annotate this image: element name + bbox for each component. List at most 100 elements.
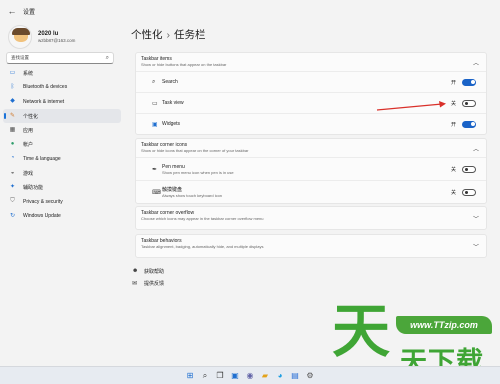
chevron-up-icon[interactable]: ︿ [473, 58, 479, 67]
setting-label-group: Pen menu Show pen menu icon when pen is … [162, 164, 234, 175]
task-view-toggle[interactable] [462, 99, 476, 107]
setting-label: Task view [162, 100, 184, 106]
sidebar-item-accounts[interactable]: ● 帐户 [3, 137, 121, 151]
keyboard-icon: ⌨ [152, 189, 161, 196]
taskbar-item-search-row: ⌕ Search 开 [136, 71, 486, 92]
profile-email: wzbb87@163.com [38, 38, 76, 43]
breadcrumb-parent[interactable]: 个性化 [131, 29, 163, 41]
settings-icon[interactable]: ⚙ [304, 370, 316, 382]
sidebar-item-apps[interactable]: ▦ 应用 [3, 123, 121, 137]
get-help-link[interactable]: ☻ 获取帮助 [132, 265, 164, 277]
sidebar-item-label: 游戏 [23, 170, 34, 177]
sidebar-item-accessibility[interactable]: ✦ 辅助功能 [3, 180, 121, 194]
breadcrumb-separator: › [166, 29, 171, 41]
sidebar-item-label: Privacy & security [23, 198, 63, 205]
pen-icon: ✒ [152, 166, 158, 173]
title-bar: ← 设置 [0, 0, 500, 22]
store-icon[interactable]: ▤ [289, 370, 301, 382]
sidebar-item-network[interactable]: ◆ Network & internet [3, 95, 121, 109]
watermark-badge: www.TTzip.com [396, 316, 492, 334]
widgets-toggle[interactable] [462, 120, 476, 128]
sidebar-nav: ▭ 系统 ᛒ Bluetooth & devices ◆ Network & inte… [3, 66, 121, 223]
sidebar-item-system[interactable]: ▭ 系统 [3, 66, 121, 80]
setting-sublabel: Always show touch keyboard icon [162, 192, 223, 198]
sidebar-item-time-language[interactable]: ◔ Time & language [3, 152, 121, 166]
section-description: Choose which icons may appear in the tas… [141, 216, 264, 221]
corner-overflow-header[interactable]: Taskbar corner overflow Choose which ico… [136, 207, 486, 225]
chevron-down-icon[interactable]: ﹀ [473, 242, 479, 251]
sidebar-item-privacy[interactable]: ⛉ Privacy & security [3, 195, 121, 209]
taskbar-behaviors-header[interactable]: Taskbar behaviors Taskbar alignment, bad… [136, 235, 486, 253]
task-view-icon[interactable]: ❐ [214, 370, 226, 382]
search-icon: ⌕ [105, 55, 109, 61]
sidebar: 2020 lu wzbb87@163.com 查找设置 ⌕ ▭ 系统 ᛒ Bluet… [0, 22, 124, 366]
pen-menu-row: ✒ Pen menu Show pen menu icon when pen i… [136, 157, 486, 180]
chevron-down-icon[interactable]: ﹀ [473, 214, 479, 223]
annotation-arrow-icon [376, 101, 446, 111]
user-profile[interactable]: 2020 lu wzbb87@163.com [8, 25, 75, 49]
sidebar-item-label: Bluetooth & devices [23, 84, 68, 91]
chat-icon[interactable]: ◉ [244, 370, 256, 382]
chevron-up-icon[interactable]: ︿ [473, 144, 479, 153]
accessibility-icon: ✦ [9, 184, 16, 191]
toggle-state-text: 关 [450, 189, 456, 196]
account-icon: ● [10, 141, 15, 148]
setting-label: Widgets [162, 121, 181, 127]
sidebar-item-windows-update[interactable]: ↻ Windows Update [3, 209, 121, 223]
search-icon[interactable]: ⌕ [199, 370, 211, 382]
corner-icons-section: Taskbar corner icons Show or hide icons … [135, 138, 487, 204]
gamepad-icon: ◒ [10, 169, 15, 176]
wifi-icon: ◆ [10, 98, 15, 105]
window-title: 设置 [23, 9, 36, 16]
profile-name: 2020 lu [38, 31, 59, 37]
help-icon: ☻ [132, 268, 139, 274]
section-description: Taskbar alignment, badging, automaticall… [141, 244, 264, 249]
taskbar-items-header[interactable]: Taskbar items Show or hide buttons that … [136, 53, 486, 71]
toggle-state-text: 开 [450, 121, 456, 128]
sidebar-item-label: 个性化 [23, 113, 39, 120]
sidebar-item-label: 辅助功能 [23, 185, 44, 192]
corner-icons-header[interactable]: Taskbar corner icons Show or hide icons … [136, 139, 486, 157]
start-icon[interactable]: ⊞ [184, 370, 196, 382]
avatar [8, 25, 32, 49]
sidebar-item-personalization[interactable]: ✎ 个性化 [3, 108, 121, 124]
file-explorer-icon[interactable]: ▰ [259, 370, 271, 382]
setting-label: Search [162, 79, 178, 85]
edge-icon[interactable]: ◕ [274, 370, 286, 382]
help-links: ☻ 获取帮助 ✉ 提供反馈 [132, 265, 164, 289]
section-description: Show or hide icons that appear on the co… [141, 148, 249, 153]
system-icon: ▭ [9, 69, 16, 76]
globe-clock-icon: ◔ [10, 155, 15, 162]
link-label: 获取帮助 [144, 268, 165, 275]
watermark-big-char: 天 [332, 297, 391, 365]
sidebar-item-label: Network & internet [23, 98, 65, 105]
corner-overflow-section[interactable]: Taskbar corner overflow Choose which ico… [135, 206, 487, 230]
sidebar-item-label: Windows Update [23, 213, 61, 220]
update-icon: ↻ [9, 212, 16, 219]
search-icon: ⌕ [152, 78, 156, 85]
setting-label-group: 触摸键盘 Always show touch keyboard icon [162, 187, 222, 198]
brush-icon: ✎ [9, 112, 16, 119]
pen-menu-toggle[interactable] [462, 165, 476, 173]
section-description: Show or hide buttons that appear on the … [141, 62, 227, 67]
widgets-icon[interactable]: ▣ [229, 370, 241, 382]
touch-keyboard-toggle[interactable] [462, 188, 476, 196]
page-title: 个性化 › 任务栏 [131, 27, 206, 42]
sidebar-item-gaming[interactable]: ◒ 游戏 [3, 166, 121, 180]
toggle-state-text: 关 [450, 100, 456, 107]
back-arrow-icon[interactable]: ← [5, 4, 19, 18]
feedback-link[interactable]: ✉ 提供反馈 [132, 277, 164, 289]
taskbar-behaviors-section[interactable]: Taskbar behaviors Taskbar alignment, bad… [135, 234, 487, 258]
toggle-state-text: 关 [450, 166, 456, 173]
search-input[interactable]: 查找设置 ⌕ [6, 52, 114, 64]
widgets-icon: ▣ [152, 121, 158, 128]
sidebar-item-label: 帐户 [23, 142, 34, 149]
sidebar-item-bluetooth[interactable]: ᛒ Bluetooth & devices [3, 80, 121, 94]
sidebar-item-label: 系统 [23, 70, 34, 77]
search-placeholder: 查找设置 [11, 55, 29, 60]
toggle-state-text: 开 [450, 79, 456, 86]
taskbar-item-widgets-row: ▣ Widgets 开 [136, 113, 486, 134]
task-view-icon: ▭ [152, 100, 158, 107]
search-toggle[interactable] [462, 78, 476, 86]
setting-sublabel: Show pen menu icon when pen is in use [162, 169, 234, 175]
